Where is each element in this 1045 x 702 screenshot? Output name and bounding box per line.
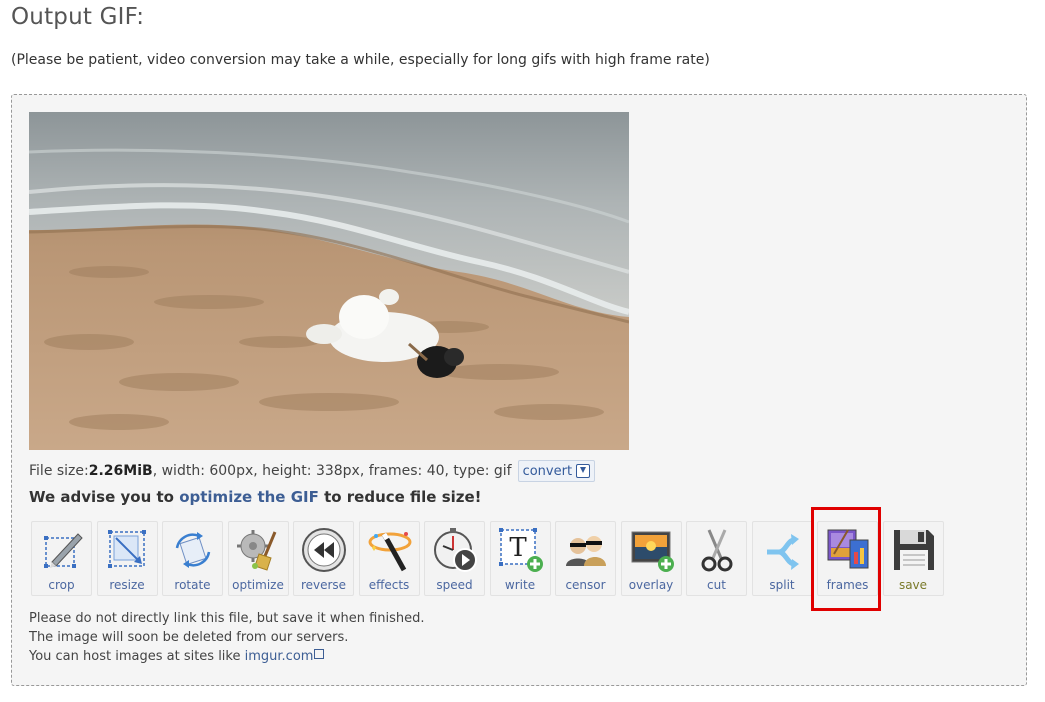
- advice-text-before: We advise you to: [29, 488, 180, 506]
- convert-button[interactable]: convert: [517, 460, 596, 482]
- file-info-details: , width: 600px, height: 338px, frames: 4…: [152, 463, 512, 479]
- write-tool-button[interactable]: T write: [489, 521, 551, 596]
- output-gif-preview: [29, 112, 629, 450]
- output-panel: File size: 2.26MiB , width: 600px, heigh…: [11, 94, 1027, 686]
- tool-label: frames: [826, 578, 869, 592]
- censor-people-icon: [566, 536, 606, 566]
- footer-line-1: Please do not directly link this file, b…: [29, 611, 425, 626]
- tool-label: write: [504, 578, 536, 592]
- tool-label: censor: [565, 578, 606, 592]
- footer-line-3: You can host images at sites like imgur.…: [29, 647, 425, 666]
- footer-line-3-prefix: You can host images at sites like: [29, 649, 245, 664]
- tool-label: overlay: [628, 578, 674, 592]
- resize-tool-button[interactable]: resize: [96, 521, 158, 596]
- file-info-prefix: File size:: [29, 463, 89, 479]
- floppy-disk-icon: [893, 530, 934, 570]
- resize-icon: [107, 530, 146, 568]
- rotate-icon: [175, 532, 211, 568]
- tool-label: resize: [109, 578, 145, 592]
- tool-label: save: [898, 578, 928, 592]
- tool-label: rotate: [174, 578, 211, 592]
- stopwatch-icon: [434, 528, 477, 572]
- frames-tool-button[interactable]: frames: [817, 521, 878, 596]
- overlay-image-icon: [631, 531, 674, 572]
- optimize-advice: We advise you to optimize the GIF to red…: [29, 488, 482, 506]
- convert-label: convert: [522, 463, 573, 479]
- crop-tool-button[interactable]: crop: [31, 521, 92, 596]
- footer-notice: Please do not directly link this file, b…: [29, 609, 425, 666]
- text-icon: T: [498, 528, 543, 572]
- tool-label: split: [769, 578, 795, 592]
- tool-label: reverse: [300, 578, 347, 592]
- rotate-tool-button[interactable]: rotate: [162, 521, 223, 596]
- page-title: Output GIF:: [11, 4, 145, 30]
- reverse-tool-button[interactable]: reverse: [293, 521, 354, 596]
- speed-tool-button[interactable]: speed: [424, 521, 485, 596]
- tool-label: speed: [436, 578, 473, 592]
- optimize-gif-link[interactable]: optimize the GIF: [179, 488, 319, 506]
- footer-line-2: The image will soon be deleted from our …: [29, 630, 349, 645]
- file-size: 2.26MiB: [88, 463, 153, 479]
- frames-icon: [827, 529, 869, 569]
- tool-label: effects: [368, 578, 410, 592]
- download-icon: [576, 464, 591, 478]
- crop-icon: [44, 533, 83, 568]
- conversion-note: (Please be patient, video conversion may…: [11, 52, 710, 68]
- advice-text-after: to reduce file size!: [318, 488, 482, 506]
- split-arrows-icon: [766, 534, 799, 570]
- optimize-tool-button[interactable]: optimize: [227, 521, 289, 596]
- tool-label: cut: [707, 578, 726, 592]
- external-link-icon: [314, 649, 325, 659]
- overlay-tool-button[interactable]: overlay: [620, 521, 682, 596]
- tool-label: crop: [48, 578, 75, 592]
- broom-icon: [236, 530, 276, 571]
- tool-label: optimize: [232, 578, 284, 592]
- censor-tool-button[interactable]: censor: [555, 521, 616, 596]
- imgur-link[interactable]: imgur.com: [245, 649, 314, 664]
- split-tool-button[interactable]: split: [751, 521, 813, 596]
- magic-wand-icon: [368, 532, 411, 572]
- scissors-icon: [701, 529, 733, 572]
- svg-text:T: T: [509, 533, 527, 563]
- effects-tool-button[interactable]: effects: [358, 521, 420, 596]
- rewind-icon: [302, 528, 346, 572]
- save-tool-button[interactable]: save: [882, 521, 944, 596]
- cut-tool-button[interactable]: cut: [686, 521, 747, 596]
- file-info: File size: 2.26MiB , width: 600px, heigh…: [29, 460, 596, 482]
